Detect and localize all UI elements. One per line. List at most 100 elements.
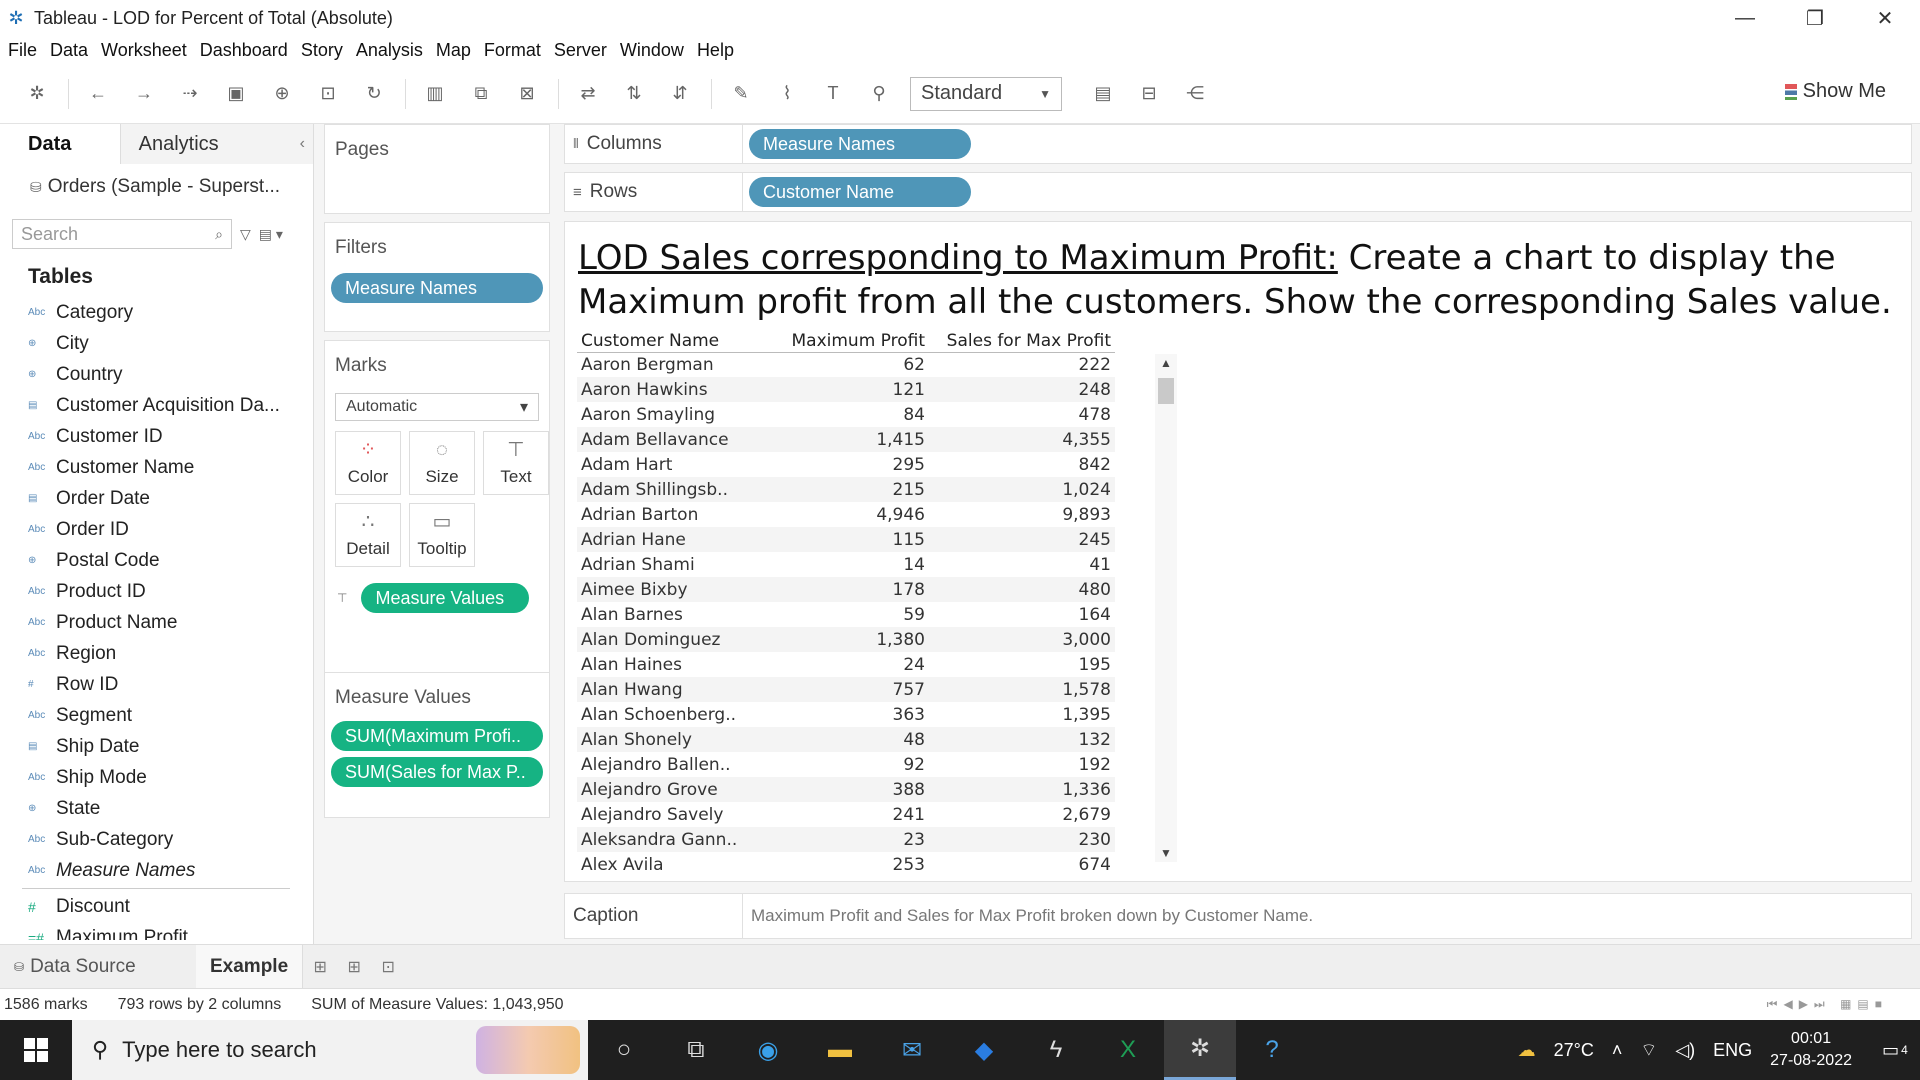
help-icon[interactable]: ? bbox=[1236, 1020, 1308, 1080]
marks-pill-measure-values[interactable]: Measure Values bbox=[361, 583, 530, 613]
tooltip-button[interactable]: ▭ Tooltip bbox=[409, 503, 475, 567]
undo-icon[interactable]: ← bbox=[83, 79, 113, 109]
mv-pill-sales-for-max-profit[interactable]: SUM(Sales for Max P.. bbox=[331, 757, 543, 787]
menu-story[interactable]: Story bbox=[301, 40, 352, 61]
menu-window[interactable]: Window bbox=[620, 40, 693, 61]
table-row[interactable]: Alan Hwang 757 1,578 bbox=[577, 677, 1115, 702]
menu-map[interactable]: Map bbox=[436, 40, 480, 61]
field-item[interactable]: Abc Product Name bbox=[0, 607, 290, 638]
field-item[interactable]: # Discount bbox=[0, 891, 290, 922]
start-button[interactable] bbox=[0, 1020, 72, 1080]
close-button[interactable]: ✕ bbox=[1850, 0, 1920, 36]
view-options-icon[interactable]: ▤ ▾ bbox=[259, 226, 283, 243]
menu-help[interactable]: Help bbox=[697, 40, 743, 61]
table-row[interactable]: Alan Barnes 59 164 bbox=[577, 602, 1115, 627]
file-explorer-icon[interactable]: ▬ bbox=[804, 1020, 876, 1080]
menu-data[interactable]: Data bbox=[50, 40, 97, 61]
table-row[interactable]: Aaron Bergman 62 222 bbox=[577, 352, 1115, 377]
notifications-button[interactable]: ▭ 4 bbox=[1870, 1020, 1920, 1080]
mv-pill-maximum-profit[interactable]: SUM(Maximum Profi.. bbox=[331, 721, 543, 751]
dropbox-icon[interactable]: ◆ bbox=[948, 1020, 1020, 1080]
caption-text[interactable]: Maximum Profit and Sales for Max Profit … bbox=[743, 906, 1313, 926]
table-row[interactable]: Adam Shillingsb.. 215 1,024 bbox=[577, 477, 1115, 502]
mark-type-select[interactable]: Automatic ▾ bbox=[335, 393, 539, 421]
pages-card[interactable]: Pages bbox=[324, 124, 550, 214]
menu-file[interactable]: File bbox=[8, 40, 46, 61]
color-button[interactable]: ⁘ Color bbox=[335, 431, 401, 495]
filters-card[interactable]: Filters Measure Names bbox=[324, 222, 550, 332]
size-button[interactable]: ◌ Size bbox=[409, 431, 475, 495]
refresh-icon[interactable]: ↻ bbox=[359, 79, 389, 109]
volume-icon[interactable]: ◁) bbox=[1675, 1040, 1695, 1061]
menu-analysis[interactable]: Analysis bbox=[356, 40, 432, 61]
restore-button[interactable]: ❐ bbox=[1780, 0, 1850, 36]
field-search-input[interactable]: Search ⌕ bbox=[12, 219, 232, 249]
new-worksheet-tab-icon[interactable]: ⊞ bbox=[303, 945, 337, 989]
detail-button[interactable]: ∴ Detail bbox=[335, 503, 401, 567]
new-datasource-icon[interactable]: ⊕ bbox=[267, 79, 297, 109]
table-row[interactable]: Alex Avila 253 674 bbox=[577, 852, 1115, 877]
table-row[interactable]: Alan Dominguez 1,380 3,000 bbox=[577, 627, 1115, 652]
field-item[interactable]: Abc Ship Mode bbox=[0, 762, 290, 793]
edge-icon[interactable]: ◉ bbox=[732, 1020, 804, 1080]
pen-app-icon[interactable]: ϟ bbox=[1020, 1020, 1092, 1080]
table-row[interactable]: Aaron Hawkins 121 248 bbox=[577, 377, 1115, 402]
field-item[interactable]: Abc Measure Names bbox=[0, 855, 290, 886]
taskbar-search[interactable]: ⚲ Type here to search bbox=[72, 1020, 588, 1080]
fix-axes-icon[interactable]: ⚲ bbox=[864, 79, 894, 109]
columns-shelf[interactable]: ⦀ Columns Measure Names bbox=[564, 124, 1912, 164]
table-row[interactable]: Alejandro Savely 241 2,679 bbox=[577, 802, 1115, 827]
field-item[interactable]: Abc Region bbox=[0, 638, 290, 669]
table-row[interactable]: Aimee Bixby 178 480 bbox=[577, 577, 1115, 602]
weather-icon[interactable]: ☁ bbox=[1518, 1040, 1536, 1061]
table-scrollbar-thumb[interactable] bbox=[1158, 378, 1174, 404]
rows-shelf[interactable]: ≡ Rows Customer Name bbox=[564, 172, 1912, 212]
filter-icon[interactable]: ▽ bbox=[240, 226, 251, 243]
table-row[interactable]: Alan Shonely 48 132 bbox=[577, 727, 1115, 752]
field-item[interactable]: Abc Category bbox=[0, 297, 290, 328]
menu-worksheet[interactable]: Worksheet bbox=[101, 40, 196, 61]
tab-analytics[interactable]: Analytics ‹ bbox=[119, 124, 313, 164]
tableau-start-icon[interactable]: ✲ bbox=[22, 79, 52, 109]
table-row[interactable]: Alejandro Grove 388 1,336 bbox=[577, 777, 1115, 802]
scroll-down-icon[interactable]: ▼ bbox=[1155, 846, 1177, 860]
filter-pill-measure-names[interactable]: Measure Names bbox=[331, 273, 543, 303]
sheet-title[interactable]: LOD Sales corresponding to Maximum Profi… bbox=[578, 236, 1898, 324]
tab-example[interactable]: Example bbox=[196, 944, 304, 989]
group-members-icon[interactable]: ⌇ bbox=[772, 79, 802, 109]
field-item[interactable]: Abc Sub-Category bbox=[0, 824, 290, 855]
field-item[interactable]: ⊕ Postal Code bbox=[0, 545, 290, 576]
share-icon[interactable]: ⋲ bbox=[1180, 79, 1210, 109]
highlight-icon[interactable]: ✎ bbox=[726, 79, 756, 109]
field-item[interactable]: ▤ Order Date bbox=[0, 483, 290, 514]
field-item[interactable]: Abc Customer ID bbox=[0, 421, 290, 452]
cortana-icon[interactable]: ○ bbox=[588, 1020, 660, 1080]
field-item[interactable]: ⊕ Country bbox=[0, 359, 290, 390]
excel-icon[interactable]: X bbox=[1092, 1020, 1164, 1080]
table-row[interactable]: Adam Bellavance 1,415 4,355 bbox=[577, 427, 1115, 452]
field-item[interactable]: ⊕ State bbox=[0, 793, 290, 824]
table-row[interactable]: Adrian Hane 115 245 bbox=[577, 527, 1115, 552]
header-customer-name[interactable]: Customer Name bbox=[577, 330, 743, 353]
menu-format[interactable]: Format bbox=[484, 40, 550, 61]
table-scrollbar[interactable]: ▲ ▼ bbox=[1155, 354, 1177, 862]
field-item[interactable]: # Row ID bbox=[0, 669, 290, 700]
header-sales-for-max-profit[interactable]: Sales for Max Profit bbox=[929, 330, 1115, 353]
text-button[interactable]: ⊤ Text bbox=[483, 431, 549, 495]
mail-icon[interactable]: ✉ bbox=[876, 1020, 948, 1080]
collapse-pane-icon[interactable]: ‹ bbox=[300, 135, 305, 153]
clear-sheet-icon[interactable]: ⊠ bbox=[512, 79, 542, 109]
presentation-mode-icon[interactable]: ⊟ bbox=[1134, 79, 1164, 109]
duplicate-sheet-icon[interactable]: ⧉ bbox=[466, 79, 496, 109]
table-row[interactable]: Aleksandra Gann.. 23 230 bbox=[577, 827, 1115, 852]
show-me-button[interactable]: Show Me bbox=[1784, 80, 1886, 103]
field-item[interactable]: ▤ Customer Acquisition Da... bbox=[0, 390, 290, 421]
pause-updates-icon[interactable]: ⊡ bbox=[313, 79, 343, 109]
tray-chevron-icon[interactable]: ˄ bbox=[1612, 1040, 1623, 1061]
header-maximum-profit[interactable]: Maximum Profit bbox=[743, 330, 929, 353]
sort-ascending-icon[interactable]: ⇅ bbox=[619, 79, 649, 109]
columns-pill-measure-names[interactable]: Measure Names bbox=[749, 129, 971, 159]
show-cards-icon[interactable]: ▤ bbox=[1088, 79, 1118, 109]
network-icon[interactable]: ⌔ bbox=[1640, 1039, 1657, 1062]
field-item[interactable]: Abc Product ID bbox=[0, 576, 290, 607]
